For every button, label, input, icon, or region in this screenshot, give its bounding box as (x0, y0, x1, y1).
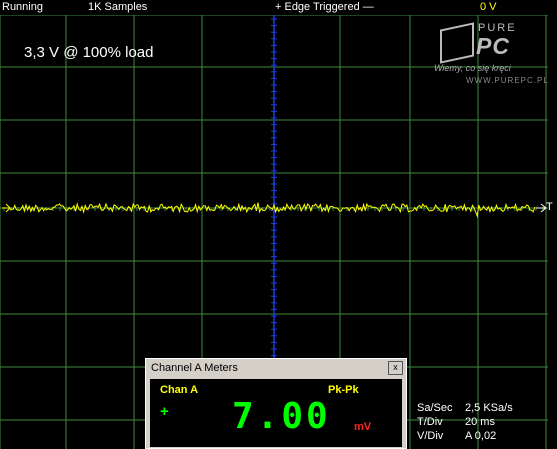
channel-a-meters-window[interactable]: Channel A Meters x Chan A Pk-Pk + 7.00 m… (145, 358, 407, 449)
logo-url: WWW.PUREPC.PL (466, 76, 549, 85)
sign-indicator: + (160, 403, 169, 420)
readout-label: V/Div (417, 430, 444, 442)
readout-row: T/Div 20 ms (417, 415, 552, 429)
trigger-level: 0 V (480, 1, 497, 13)
readout-value: A 0,02 (465, 430, 497, 442)
channel-level-arrow-icon (2, 203, 11, 213)
readout-value: 2,5 KSa/s (465, 402, 513, 414)
logo-tagline: Wiemy, co się kręci (434, 63, 511, 73)
measurement-title: 3,3 V @ 100% load (24, 44, 154, 61)
meter-display: Chan A Pk-Pk + 7.00 mV (150, 379, 402, 447)
meter-unit: mV (354, 421, 372, 433)
readout-label: T/Div (417, 416, 443, 428)
meters-title: Channel A Meters (151, 362, 238, 374)
meter-reading: 7.00 (232, 396, 331, 437)
channel-label: Chan A (160, 384, 199, 396)
trigger-mode: + Edge Triggered — (275, 1, 374, 13)
run-state: Running (2, 1, 43, 13)
sample-count: 1K Samples (88, 1, 148, 13)
readout-row: Sa/Sec 2,5 KSa/s (417, 401, 552, 415)
logo-cube-icon (440, 22, 474, 64)
trigger-marker[interactable]: T (546, 201, 553, 213)
trigger-arrow-icon (536, 203, 547, 213)
measurement-type: Pk-Pk (328, 384, 359, 396)
readout-label: Sa/Sec (417, 402, 453, 414)
status-bar: Running 1K Samples + Edge Triggered — 0 … (0, 0, 557, 15)
purepc-logo: PURE PC Wiemy, co się kręci WWW.PUREPC.P… (430, 20, 552, 90)
logo-text-bottom: PC (476, 33, 510, 59)
meters-titlebar[interactable]: Channel A Meters x (146, 359, 406, 377)
readout-row: V/Div A 0,02 (417, 429, 552, 443)
settings-readout: Sa/Sec 2,5 KSa/s T/Div 20 ms V/Div A 0,0… (417, 401, 552, 443)
close-button[interactable]: x (388, 361, 403, 375)
readout-value: 20 ms (465, 416, 495, 428)
signal-trace (9, 202, 536, 218)
